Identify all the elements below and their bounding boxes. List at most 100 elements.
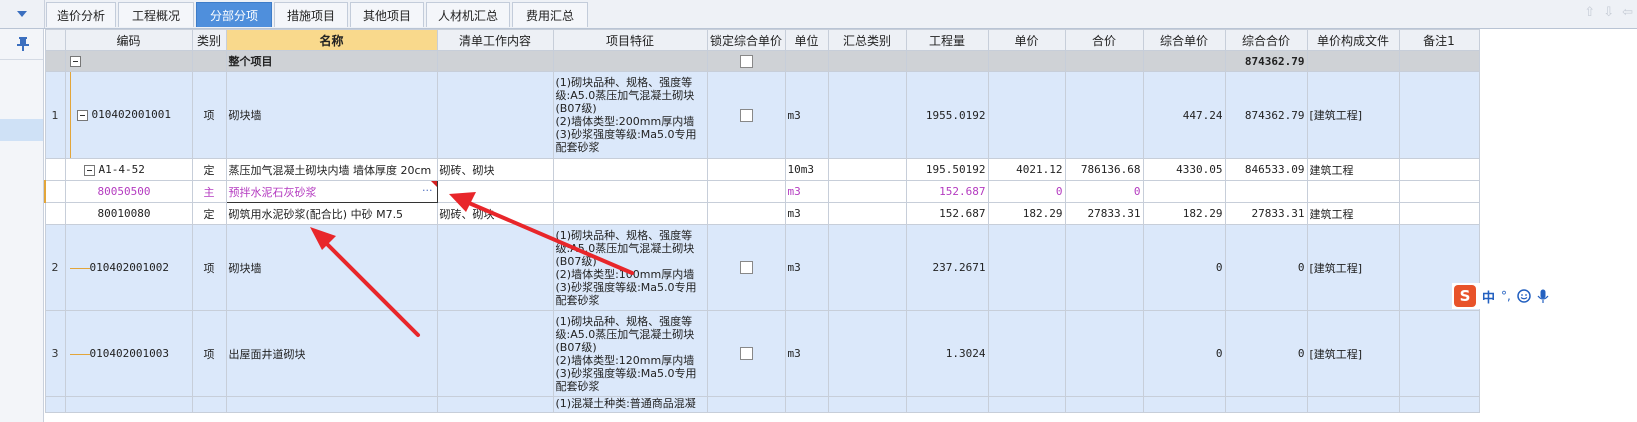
unit-cell[interactable]: m3 (784, 310, 829, 397)
sumcat-cell[interactable] (827, 50, 907, 72)
work-cell[interactable] (436, 310, 554, 397)
price-cell[interactable]: 182.29 (987, 202, 1066, 225)
price-cell[interactable] (987, 396, 1066, 413)
table-row-list-item-3[interactable]: 3 010402001003 项 出屋面井道砌块 (1)砌块品种、规格、强度等级… (44, 310, 1480, 397)
header-unit-price[interactable]: 单价 (987, 29, 1066, 51)
table-row-quota-mortar[interactable]: 80010080 定 砌筑用水泥砂浆(配合比) 中砂 M7.5 砌砖、砌块 m3… (44, 202, 1480, 225)
microphone-icon[interactable] (1537, 289, 1549, 304)
name-cell[interactable]: 砌块墙 (225, 224, 438, 311)
qty-cell[interactable]: 237.2671 (905, 224, 989, 311)
work-cell[interactable] (436, 180, 554, 203)
qty-cell[interactable]: 152.687 (905, 180, 989, 203)
qty-cell[interactable]: 1.3024 (905, 310, 989, 397)
name-cell[interactable]: 砌块墙 (225, 71, 438, 159)
name-input-cell[interactable]: 预拌水泥石灰砂浆 ··· (225, 180, 438, 203)
header-feature[interactable]: 项目特征 (552, 29, 708, 51)
pin-icon[interactable] (17, 37, 29, 51)
header-name[interactable]: 名称 (225, 29, 438, 51)
collapse-icon[interactable] (69, 56, 81, 67)
note-cell[interactable] (1398, 396, 1480, 413)
table-row-list-item-2[interactable]: 2 010402001002 项 砌块墙 (1)砌块品种、规格、强度等 级:A5.… (44, 224, 1480, 311)
unit-cell[interactable]: 10m3 (784, 158, 829, 181)
file-cell[interactable] (1306, 396, 1400, 413)
work-cell[interactable] (436, 50, 554, 72)
qty-cell[interactable] (905, 396, 989, 413)
file-cell[interactable]: 建筑工程 (1306, 158, 1400, 181)
feature-cell[interactable] (552, 180, 708, 203)
qty-cell[interactable]: 1955.0192 (905, 71, 989, 159)
sumcat-cell[interactable] (827, 202, 907, 225)
header-note[interactable]: 备注1 (1398, 29, 1480, 51)
price-cell[interactable] (987, 224, 1066, 311)
name-cell[interactable]: 整个项目 (225, 50, 438, 72)
note-cell[interactable] (1398, 310, 1480, 397)
feature-cell[interactable] (552, 50, 708, 72)
price-cell[interactable] (987, 310, 1066, 397)
header-type[interactable]: 类别 (191, 29, 227, 51)
file-cell[interactable]: [建筑工程] (1306, 310, 1400, 397)
unit-cell[interactable]: m3 (784, 71, 829, 159)
lock-price-checkbox[interactable] (739, 54, 753, 68)
table-row-whole-project[interactable]: 整个项目 874362.79 (44, 50, 1480, 72)
collapse-icon[interactable] (83, 164, 95, 176)
arrow-down-icon[interactable]: ⇩ (1603, 5, 1614, 20)
arrow-up-icon[interactable]: ⇧ (1584, 5, 1595, 20)
work-cell[interactable] (436, 224, 554, 311)
sumcat-cell[interactable] (827, 180, 907, 203)
file-cell[interactable]: [建筑工程] (1306, 71, 1400, 159)
note-cell[interactable] (1398, 158, 1480, 181)
note-cell[interactable] (1398, 202, 1480, 225)
lock-price-checkbox[interactable] (739, 347, 753, 361)
header-lock-price[interactable]: 锁定综合单价 (706, 29, 786, 51)
work-cell[interactable]: 砌砖、砌块 (436, 158, 554, 181)
table-row-quota[interactable]: A1-4-52 定 蒸压加气混凝土砌块内墙 墙体厚度 20cm 砌砖、砌块 10… (44, 158, 1480, 181)
price-cell[interactable]: 0 (987, 180, 1066, 203)
sumcat-cell[interactable] (827, 396, 907, 413)
unit-cell[interactable] (784, 396, 829, 413)
header-amount[interactable]: 合价 (1064, 29, 1144, 51)
name-input[interactable]: 预拌水泥石灰砂浆 (229, 186, 317, 199)
header-price-file[interactable]: 单价构成文件 (1306, 29, 1400, 51)
lock-price-checkbox[interactable] (739, 261, 753, 275)
table-row-list-item-1[interactable]: 1 010402001001 项 砌块墙 (1)砌块品种、规格、强度等 级:A5.… (44, 71, 1480, 159)
tab-sub-items[interactable]: 分部分项 (196, 2, 272, 27)
header-quantity[interactable]: 工程量 (905, 29, 989, 51)
qty-cell[interactable]: 152.687 (905, 202, 989, 225)
work-cell[interactable]: 砌砖、砌块 (436, 202, 554, 225)
header-code[interactable]: 编码 (64, 29, 193, 51)
table-row-main-material[interactable]: 80050500 主 预拌水泥石灰砂浆 ··· m3 152.687 0 0 (44, 180, 1480, 203)
note-cell[interactable] (1398, 50, 1480, 72)
work-cell[interactable] (436, 396, 554, 413)
left-panel-selected-item[interactable] (0, 119, 43, 141)
sumcat-cell[interactable] (827, 158, 907, 181)
sumcat-cell[interactable] (827, 310, 907, 397)
tab-cost-analysis[interactable]: 造价分析 (46, 2, 116, 27)
file-cell[interactable] (1306, 180, 1400, 203)
feature-cell[interactable]: (1)砌块品种、规格、强度等 级:A5.0蒸压加气混凝土砌块 (B07级) (2)墙体… (552, 310, 708, 397)
sumcat-cell[interactable] (827, 224, 907, 311)
sumcat-cell[interactable] (827, 71, 907, 159)
unit-cell[interactable]: m3 (784, 180, 829, 203)
arrow-left-icon[interactable]: ⇦ (1622, 5, 1633, 20)
smiley-icon[interactable] (1517, 289, 1531, 303)
feature-cell[interactable]: (1)砌块品种、规格、强度等 级:A5.0蒸压加气混凝土砌块 (B07级) (2)墙体… (552, 71, 708, 159)
lock-price-checkbox[interactable] (739, 108, 753, 122)
name-cell[interactable]: 蒸压加气混凝土砌块内墙 墙体厚度 20cm (225, 158, 438, 181)
price-cell[interactable] (987, 71, 1066, 159)
header-unit[interactable]: 单位 (784, 29, 829, 51)
unit-cell[interactable]: m3 (784, 202, 829, 225)
ime-punctuation-toggle[interactable]: °, (1501, 289, 1511, 303)
ime-mode-toggle[interactable]: 中 (1482, 287, 1495, 306)
name-cell[interactable]: 出屋面井道砌块 (225, 310, 438, 397)
name-cell[interactable] (225, 396, 438, 413)
feature-cell[interactable] (552, 158, 708, 181)
unit-cell[interactable]: m3 (784, 224, 829, 311)
tab-measures[interactable]: 措施项目 (274, 2, 348, 27)
collapse-icon[interactable] (76, 109, 88, 121)
sogou-logo-icon[interactable]: S (1454, 285, 1476, 307)
price-cell[interactable]: 4021.12 (987, 158, 1066, 181)
note-cell[interactable] (1398, 180, 1480, 203)
price-cell[interactable] (987, 50, 1066, 72)
unit-cell[interactable] (784, 50, 829, 72)
work-cell[interactable] (436, 71, 554, 159)
